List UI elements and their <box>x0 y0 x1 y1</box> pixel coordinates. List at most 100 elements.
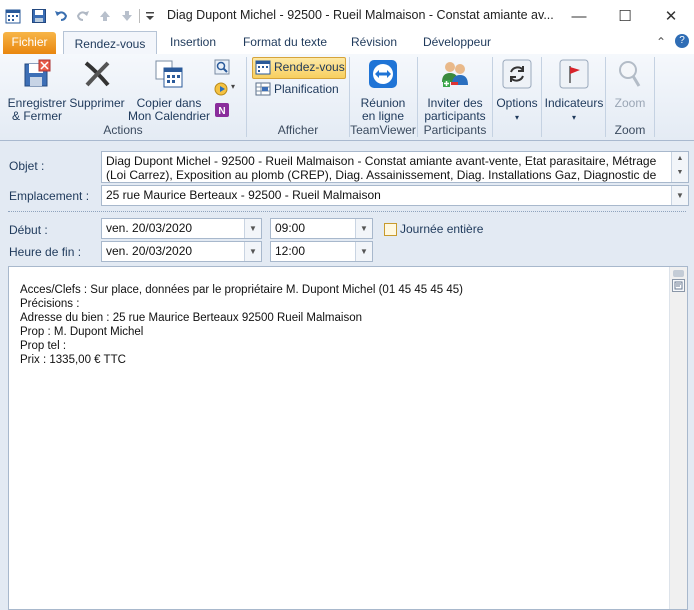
notes-scrollbar[interactable] <box>669 267 687 609</box>
start-time-field[interactable]: 09:00 ▼ <box>270 218 373 239</box>
teamviewer-icon <box>369 60 397 88</box>
title-bar: Diag Dupont Michel - 92500 - Rueil Malma… <box>0 0 694 32</box>
all-day-label: Journée entière <box>400 222 484 236</box>
start-date-dropdown-icon[interactable]: ▼ <box>244 219 261 238</box>
notes-text: Acces/Clefs : Sur place, données par le … <box>20 283 463 367</box>
tags-label: Indicateurs <box>544 96 604 110</box>
all-day-checkbox[interactable] <box>384 223 397 236</box>
end-date-field[interactable]: ven. 20/03/2020 ▼ <box>101 241 262 262</box>
zoom-magnifier-icon <box>619 61 641 87</box>
undo-icon[interactable] <box>53 8 69 24</box>
location-field[interactable]: 25 rue Maurice Berteaux - 92500 - Rueil … <box>101 185 689 206</box>
zoom-button-label: Zoom <box>614 96 646 110</box>
close-icon: ✕ <box>664 8 678 25</box>
save-icon[interactable] <box>31 8 47 24</box>
tags-dropdown-arrow: ▾ <box>571 113 576 122</box>
notes-line: Prop tel : <box>20 340 67 352</box>
appointment-form: Objet : Diag Dupont Michel - 92500 - Rue… <box>0 141 694 610</box>
onenote-icon[interactable]: N <box>214 102 230 118</box>
location-label: Emplacement : <box>9 189 90 203</box>
minimize-button[interactable]: — <box>556 0 602 32</box>
appointment-icon <box>255 60 271 75</box>
redo-icon[interactable] <box>75 8 91 24</box>
end-time-field[interactable]: 12:00 ▼ <box>270 241 373 262</box>
calendar-app-icon[interactable] <box>5 8 21 24</box>
minimize-icon: — <box>571 7 587 25</box>
close-button[interactable]: ✕ <box>648 0 694 32</box>
toolbar-divider <box>139 9 140 23</box>
notes-line: Précisions : <box>20 298 80 310</box>
start-time-dropdown-icon[interactable]: ▼ <box>355 219 372 238</box>
tab-file[interactable]: Fichier <box>3 32 56 54</box>
invite-attendees-button[interactable]: Inviter des participants <box>420 58 490 123</box>
copy-calendar-icon <box>155 60 183 88</box>
participants-group-label: Participants <box>423 123 487 137</box>
tab-developpeur[interactable]: Développeur <box>416 32 498 54</box>
subject-scrollbar[interactable]: ▲ ▼ <box>671 152 688 182</box>
window-title: Diag Dupont Michel - 92500 - Rueil Malma… <box>167 8 554 22</box>
tags-button[interactable]: Indicateurs ▾ <box>543 58 605 124</box>
form-separator <box>8 211 686 212</box>
delete-label: Supprimer <box>69 96 125 110</box>
group-separator <box>541 57 542 137</box>
forward-icon[interactable] <box>214 81 230 97</box>
next-item-icon[interactable] <box>119 8 135 24</box>
afficher-group-label: Afficher <box>277 123 319 137</box>
collapse-ribbon-icon[interactable]: ⌃ <box>656 35 666 49</box>
appointment-view-label: Rendez-vous <box>274 60 345 74</box>
end-date-text: ven. 20/03/2020 <box>106 244 193 258</box>
group-separator <box>654 57 655 137</box>
scheduling-button[interactable]: Planification <box>274 82 339 96</box>
location-text: 25 rue Maurice Berteaux - 92500 - Rueil … <box>106 188 381 202</box>
options-label: Options <box>496 96 538 110</box>
zoom-button[interactable]: Zoom <box>608 58 652 110</box>
maximize-icon: ☐ <box>618 8 632 25</box>
ribbon-tabs: Fichier Rendez-vous Insertion Format du … <box>0 31 694 55</box>
copy-to-calendar-button[interactable]: Copier dans Mon Calendrier <box>124 58 214 123</box>
save-close-icon <box>24 59 51 87</box>
zoom-group-label: Zoom <box>614 123 646 137</box>
group-separator <box>492 57 493 137</box>
start-date-text: ven. 20/03/2020 <box>106 221 193 235</box>
flag-icon <box>559 59 589 89</box>
notes-line: Acces/Clefs : Sur place, données par le … <box>20 284 463 296</box>
end-date-dropdown-icon[interactable]: ▼ <box>244 242 261 261</box>
delete-button[interactable]: Supprimer <box>68 58 126 110</box>
teamviewer-meeting-button[interactable]: Réunion en ligne <box>352 58 414 123</box>
actions-group-label: Actions <box>103 123 143 137</box>
subject-text: Diag Dupont Michel - 92500 - Rueil Malma… <box>106 154 657 182</box>
save-close-label-2: & Fermer <box>11 109 62 123</box>
tab-insertion[interactable]: Insertion <box>160 32 226 54</box>
tab-format-du-texte[interactable]: Format du texte <box>236 32 334 54</box>
options-dropdown-arrow: ▾ <box>514 113 519 122</box>
scrollbar-thumb[interactable] <box>673 270 684 277</box>
delete-x-icon <box>84 61 110 87</box>
subject-field[interactable]: Diag Dupont Michel - 92500 - Rueil Malma… <box>101 151 689 183</box>
maximize-button[interactable]: ☐ <box>602 0 648 32</box>
meeting-label-2: en ligne <box>361 109 405 123</box>
forward-dropdown-arrow[interactable]: ▾ <box>231 82 235 91</box>
help-icon[interactable]: ? <box>675 34 689 48</box>
tab-revision[interactable]: Révision <box>342 32 406 54</box>
teamviewer-group-label: TeamViewer <box>350 123 416 137</box>
ruler-toggle-icon[interactable] <box>672 279 685 292</box>
notes-line: Adresse du bien : 25 rue Maurice Berteau… <box>20 312 362 324</box>
tab-rendez-vous[interactable]: Rendez-vous <box>63 31 157 55</box>
notes-line: Prix : 1335,00 € TTC <box>20 354 126 366</box>
ribbon: Enregistrer & Fermer Supprimer Copier da… <box>0 54 694 141</box>
copy-calendar-label-2: Mon Calendrier <box>127 109 211 123</box>
location-dropdown-icon[interactable]: ▼ <box>671 186 688 205</box>
find-icon[interactable] <box>214 59 230 75</box>
end-label: Heure de fin : <box>9 245 82 259</box>
previous-item-icon[interactable] <box>97 8 113 24</box>
end-time-dropdown-icon[interactable]: ▼ <box>355 242 372 261</box>
save-close-button[interactable]: Enregistrer & Fermer <box>4 58 70 123</box>
start-date-field[interactable]: ven. 20/03/2020 ▼ <box>101 218 262 239</box>
attendees-icon <box>442 62 468 87</box>
notes-body[interactable]: Acces/Clefs : Sur place, données par le … <box>8 266 688 610</box>
customize-toolbar-icon[interactable] <box>142 8 158 24</box>
scheduling-icon[interactable] <box>255 81 271 97</box>
notes-line: Prop : M. Dupont Michel <box>20 326 144 338</box>
invite-label-2: participants <box>424 109 486 123</box>
options-button[interactable]: Options ▾ <box>495 58 539 124</box>
